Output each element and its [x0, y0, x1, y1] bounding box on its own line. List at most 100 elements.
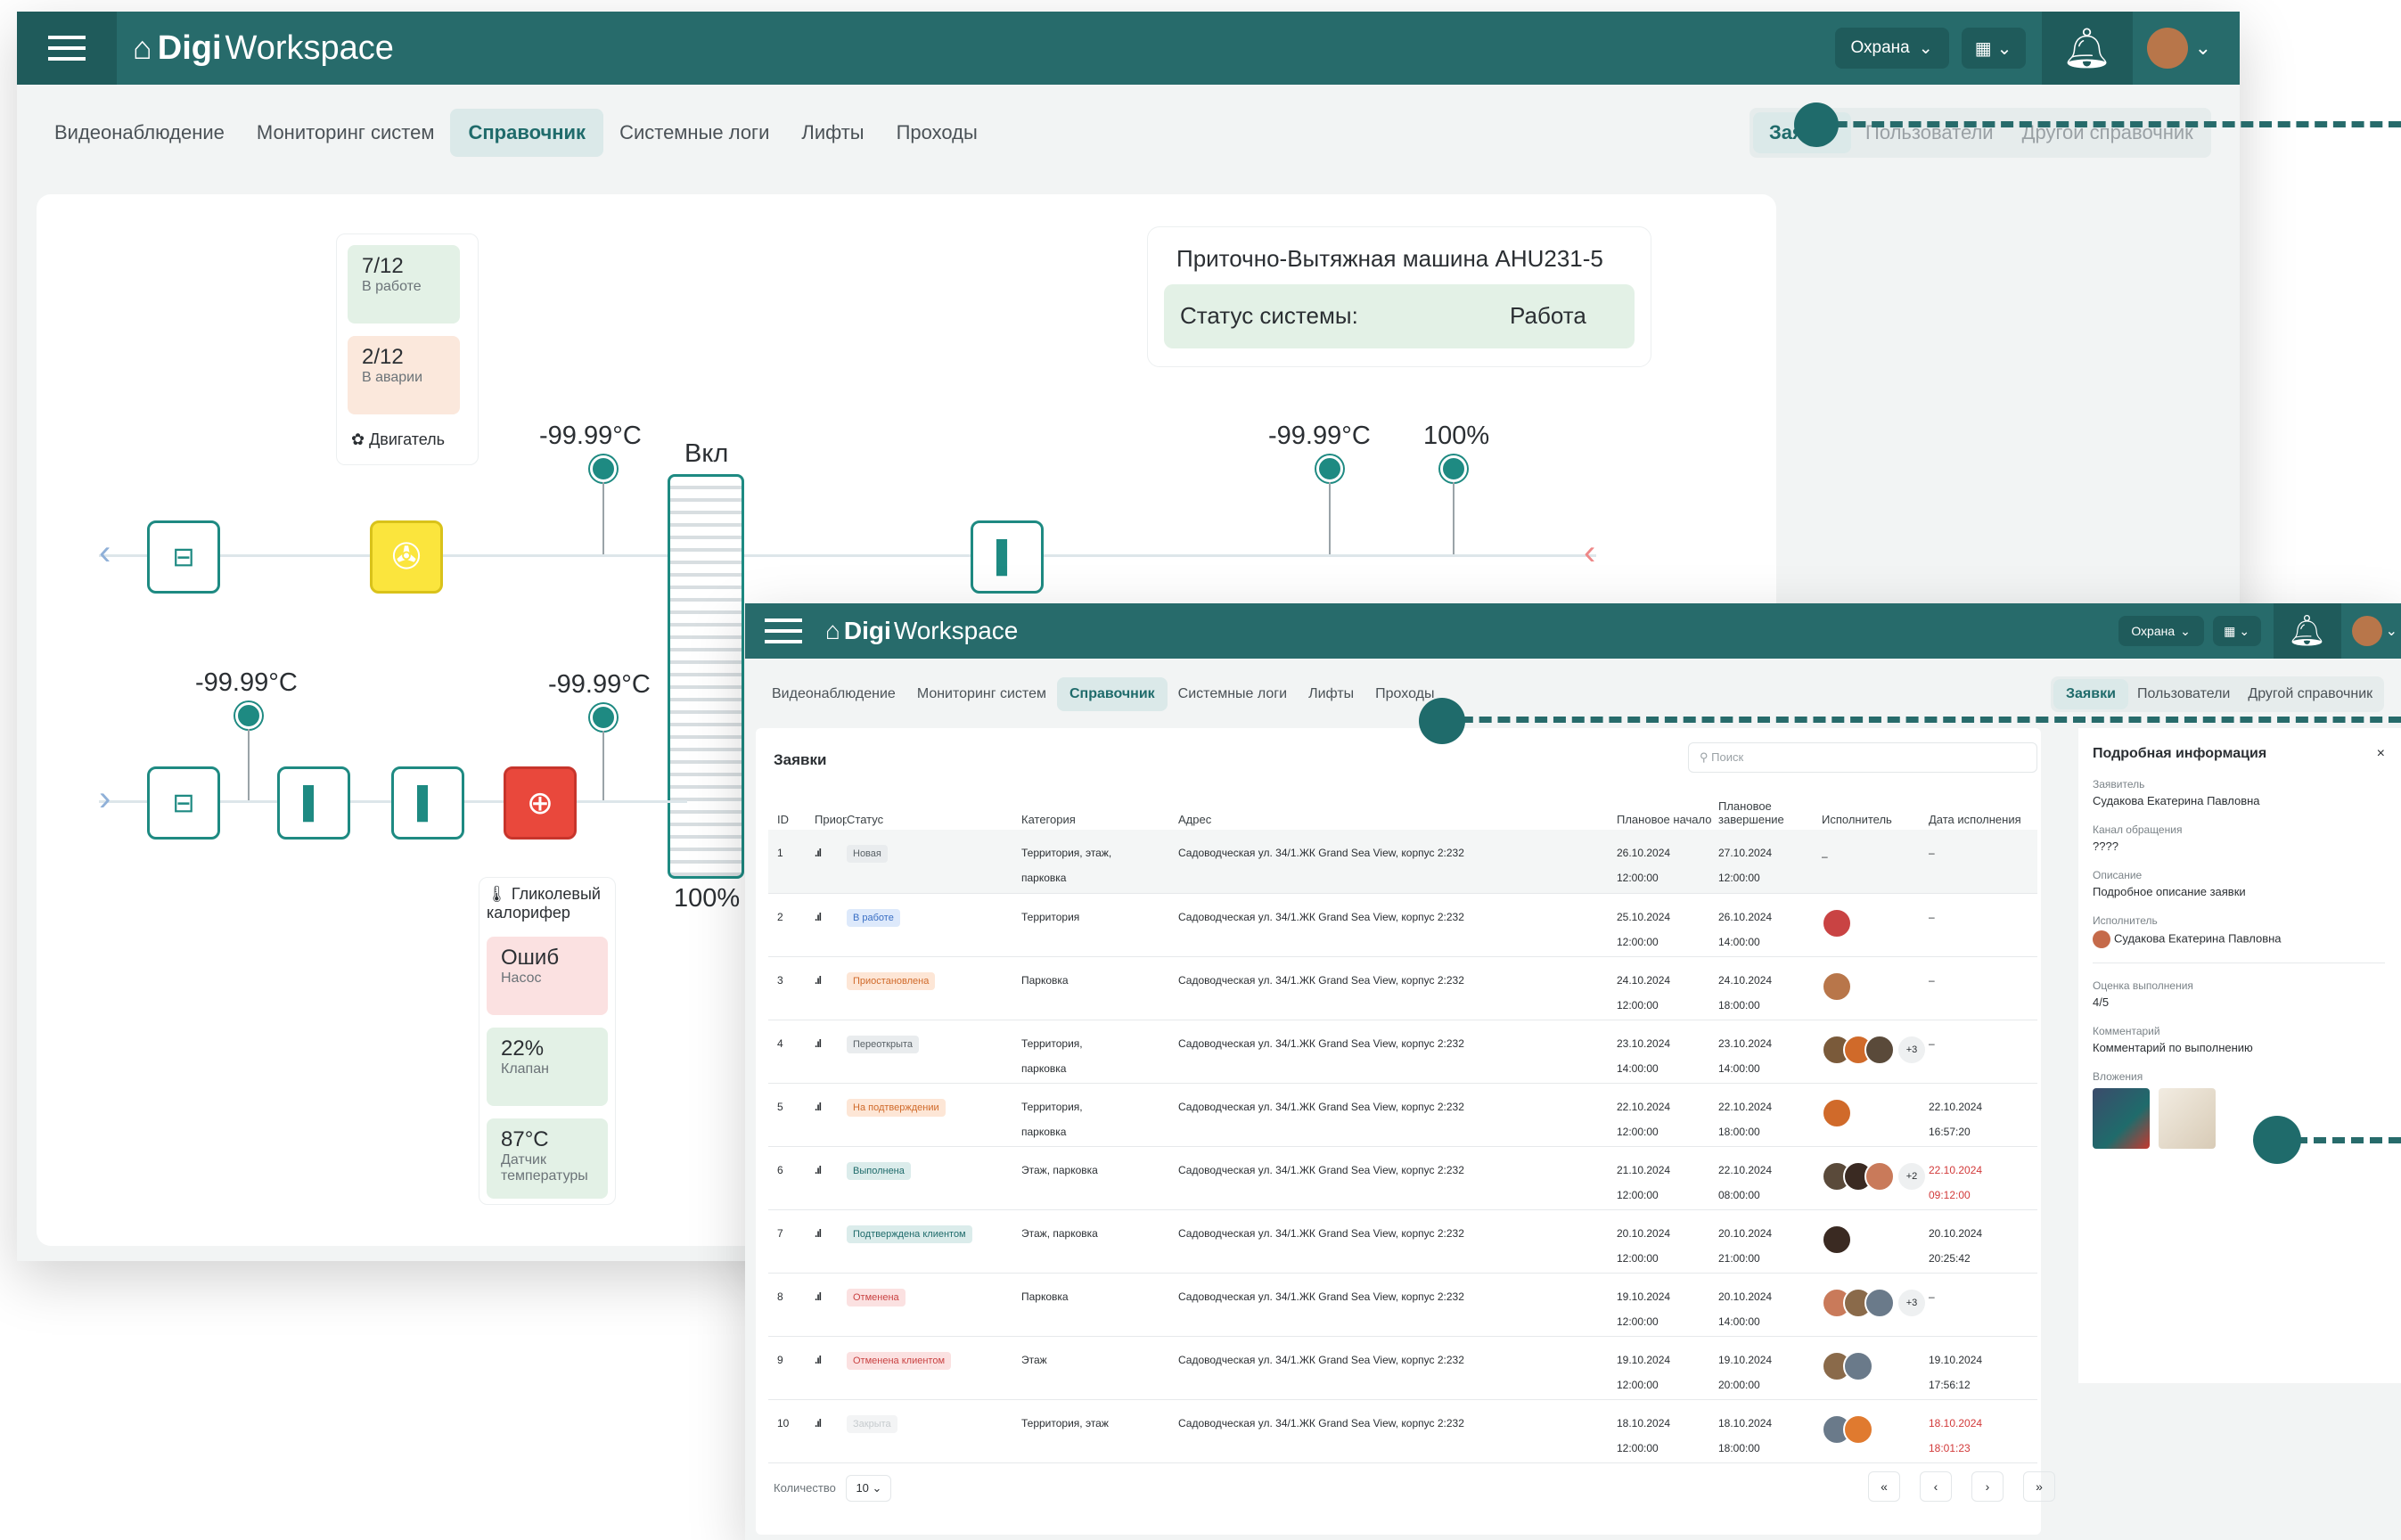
connector-dot — [1794, 102, 1839, 147]
col-done[interactable]: Дата исполнения — [1929, 794, 2037, 830]
notifications-button[interactable]: 🔔︎ — [2273, 603, 2341, 659]
attachment-thumb[interactable] — [2093, 1088, 2150, 1149]
filter-bottom-2[interactable]: ▌ — [391, 766, 464, 840]
prev-page-icon[interactable]: ‹ — [1920, 1471, 1952, 1502]
more-executors[interactable]: +3 — [1898, 1289, 1925, 1316]
menu-button[interactable] — [17, 12, 117, 85]
requests-table: ID Приор. Статус Категория Адрес Планово… — [768, 794, 2037, 1463]
role-label: Охрана — [2131, 624, 2176, 638]
table-row[interactable]: 9 .ıl Отменена клиентом Этаж Садоводческая у… — [768, 1336, 2037, 1400]
thermometer-icon: 🌡︎ — [487, 885, 507, 903]
tab-video[interactable]: Видеонаблюдение — [761, 677, 906, 711]
apps-select[interactable]: ▦ ⌄ — [1961, 28, 2026, 69]
damper-top[interactable]: ⊟ — [147, 520, 220, 594]
table-row[interactable]: 6 .ıl Выполнена Этаж, парковка Садоводческая… — [768, 1146, 2037, 1210]
tab-monitoring[interactable]: Мониторинг систем — [906, 677, 1057, 711]
table-row[interactable]: 8 .ıl Отменена Парковка Садоводческая ул. 34… — [768, 1273, 2037, 1337]
next-page-icon[interactable]: › — [1971, 1471, 2004, 1502]
col-status[interactable]: Статус — [847, 794, 1021, 830]
role-select[interactable]: Охрана ⌄ — [2118, 616, 2204, 646]
more-executors[interactable]: +2 — [1898, 1162, 1925, 1190]
cell-done: 18.10.2024 18:01:23 — [1929, 1399, 2037, 1463]
subtab-other[interactable]: Другой справочник — [2239, 679, 2381, 709]
cell-address: Садоводческая ул. 34/1.ЖК Grand Sea View… — [1178, 1146, 1617, 1210]
row-start-time: 14:00:00 — [1617, 1061, 1659, 1075]
menu-button[interactable] — [745, 603, 822, 659]
brand-a: Digi — [843, 617, 891, 644]
apps-select[interactable]: ▦ ⌄ — [2212, 616, 2261, 646]
close-icon[interactable]: × — [2377, 746, 2385, 762]
subtab-users[interactable]: Пользователи — [2128, 679, 2239, 709]
col-start[interactable]: Плановое начало — [1617, 794, 1718, 830]
executor-name: Судакова Екатерина Павловна — [2114, 931, 2282, 946]
engine-work-value: 7/12 — [362, 254, 404, 278]
fan-unit[interactable]: ✇ — [370, 520, 443, 594]
status-badge: На подтверждении — [847, 1098, 946, 1117]
notifications-button[interactable]: 🔔︎ — [2041, 12, 2133, 85]
avatar[interactable] — [2146, 28, 2188, 69]
table-row[interactable]: 7 .ıl Подтверждена клиентом Этаж, парковка С… — [768, 1209, 2037, 1274]
table-row[interactable]: 2 .ıl В работе Территория Садоводческая ул. … — [768, 893, 2037, 957]
tab-logs[interactable]: Системные логи — [1168, 677, 1298, 711]
col-category[interactable]: Категория — [1021, 794, 1178, 830]
role-select[interactable]: Охрана ⌄ — [1834, 28, 1949, 69]
col-end[interactable]: Плановое завершение — [1718, 794, 1822, 830]
top-bar: ⌂ Digi Workspace Охрана ⌄ ▦ ⌄ 🔔︎ ⌄ — [745, 603, 2401, 659]
subtab-other[interactable]: Другой справочник — [2008, 112, 2208, 153]
tab-elevators[interactable]: Лифты — [1298, 677, 1364, 711]
cell-start: 24.10.2024 12:00:00 — [1617, 956, 1718, 1020]
subtab-requests[interactable]: Заявки — [2053, 679, 2128, 709]
cell-done: – — [1929, 830, 2037, 894]
chevron-down-icon[interactable]: ⌄ — [2386, 622, 2397, 640]
avatar[interactable] — [2351, 616, 2382, 646]
chevron-down-icon[interactable]: ⌄ — [2195, 37, 2211, 60]
table-row[interactable]: 10 .ıl Закрыта Территория, этаж Садоводческа… — [768, 1399, 2037, 1463]
col-priority[interactable]: Приор. — [815, 794, 847, 830]
col-executor[interactable]: Исполнитель — [1822, 794, 1929, 830]
last-page-icon[interactable]: » — [2023, 1471, 2055, 1502]
count-label: Количество — [774, 1481, 836, 1495]
cell-start: 22.10.2024 12:00:00 — [1617, 1083, 1718, 1147]
tab-directory[interactable]: Справочник — [1056, 677, 1168, 711]
damper-bottom[interactable]: ⊟ — [147, 766, 220, 840]
table-row[interactable]: 1 .ıl Новая Территория, этаж, парковка Садов… — [768, 830, 2037, 894]
engine-work: 7/12 В работе — [348, 245, 460, 324]
cell-category: Территория, этаж — [1021, 1399, 1178, 1463]
col-id[interactable]: ID — [768, 794, 815, 830]
row-start-date: 24.10.2024 — [1617, 973, 1671, 987]
cell-executor — [1822, 956, 1929, 1020]
tab-passes[interactable]: Проходы — [881, 109, 994, 157]
filter-bottom-1[interactable]: ▌ — [277, 766, 350, 840]
count-select[interactable]: 10 ⌄ — [846, 1475, 892, 1502]
brand-b: Workspace — [225, 29, 394, 67]
row-end-time: 18:00:00 — [1718, 1441, 1760, 1454]
tab-monitoring[interactable]: Мониторинг систем — [241, 109, 451, 157]
table-row[interactable]: 3 .ıl Приостановлена Парковка Садоводческая … — [768, 956, 2037, 1020]
damper-icon: ⊟ — [172, 788, 195, 818]
cell-executor: +3 — [1822, 1020, 1929, 1084]
row-address: Садоводческая ул. 34/1.ЖК Grand Sea View… — [1178, 847, 1464, 859]
tab-logs[interactable]: Системные логи — [603, 109, 785, 157]
machine-title: Приточно-Вытяжная машина AHU231-5 — [1176, 245, 1603, 272]
search-input[interactable]: ⚲ Поиск — [1688, 742, 2037, 773]
tab-video[interactable]: Видеонаблюдение — [38, 109, 241, 157]
filter-top[interactable]: ▌ — [971, 520, 1044, 594]
field-value: Судакова Екатерина Павловна — [2093, 794, 2260, 807]
tab-elevators[interactable]: Лифты — [785, 109, 880, 157]
col-address[interactable]: Адрес — [1178, 794, 1617, 830]
subtab-users[interactable]: Пользователи — [1851, 112, 2008, 153]
status-badge: В работе — [847, 908, 900, 927]
more-executors[interactable]: +3 — [1898, 1036, 1925, 1063]
table-row[interactable]: 4 .ıl Переоткрыта Территория, парковка Садов… — [768, 1020, 2037, 1084]
requests-card: Заявки ⚲ Поиск ID Приор. Статус Категори… — [756, 728, 2055, 1535]
heater-valve: 22% Клапан — [487, 1028, 608, 1106]
row-start-date: 22.10.2024 — [1617, 1100, 1671, 1113]
heater-unit[interactable]: ⊕ — [504, 766, 577, 840]
first-page-icon[interactable]: « — [1868, 1471, 1900, 1502]
tab-directory[interactable]: Справочник — [450, 109, 604, 157]
status-badge: Выполнена — [847, 1161, 911, 1180]
table-row[interactable]: 5 .ıl На подтверждении Территория, парковка… — [768, 1083, 2037, 1147]
cell-done: – — [1929, 1273, 2037, 1337]
connector-line — [1442, 717, 2401, 723]
attachment-thumb[interactable] — [2159, 1088, 2216, 1149]
